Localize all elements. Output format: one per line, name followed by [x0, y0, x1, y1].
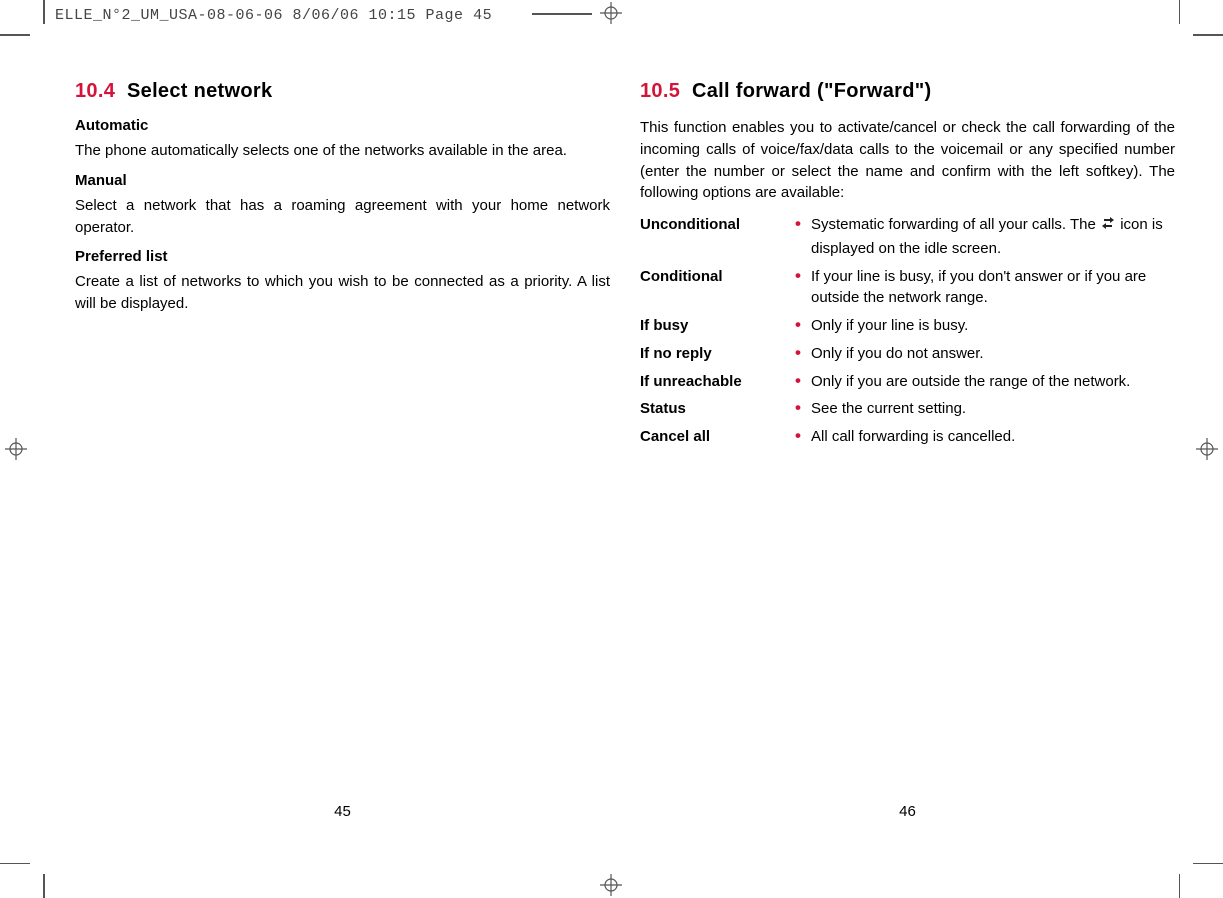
registration-mark-icon	[5, 438, 27, 460]
crop-mark	[1179, 0, 1181, 24]
definition: Only if your line is busy.	[811, 315, 1175, 337]
bullet-icon: •	[795, 343, 811, 363]
section-title: Select network	[127, 80, 272, 102]
definition: Systematic forwarding of all your calls.…	[811, 214, 1175, 260]
bullet-icon: •	[795, 398, 811, 418]
page-number: 45	[334, 803, 351, 820]
definition: See the current setting.	[811, 398, 1175, 420]
crop-mark	[0, 863, 30, 865]
term: Cancel all	[640, 426, 795, 448]
section-heading: 10.5 Call forward ("Forward")	[640, 80, 1175, 103]
list-item: If unreachable • Only if you are outside…	[640, 371, 1175, 393]
crop-mark	[43, 0, 45, 24]
bullet-icon: •	[795, 214, 811, 234]
page-right: 10.5 Call forward ("Forward") This funct…	[640, 80, 1175, 840]
bullet-icon: •	[795, 315, 811, 335]
bullet-icon: •	[795, 371, 811, 391]
crop-mark	[1193, 34, 1223, 36]
subsection-heading: Automatic	[75, 117, 610, 134]
crop-mark	[1193, 863, 1223, 865]
list-item: Cancel all • All call forwarding is canc…	[640, 426, 1175, 448]
forward-icon	[1102, 216, 1114, 238]
paragraph: This function enables you to activate/ca…	[640, 117, 1175, 204]
crop-mark	[43, 874, 45, 898]
definition-text: Systematic forwarding of all your calls.…	[811, 216, 1100, 233]
term: Conditional	[640, 266, 795, 288]
registration-mark-icon	[600, 874, 622, 896]
term: If busy	[640, 315, 795, 337]
crop-mark	[1179, 874, 1181, 898]
subsection-heading: Manual	[75, 172, 610, 189]
registration-mark-icon	[1196, 438, 1218, 460]
bullet-icon: •	[795, 426, 811, 446]
term: Unconditional	[640, 214, 795, 236]
bullet-icon: •	[795, 266, 811, 286]
subsection-heading: Preferred list	[75, 248, 610, 265]
print-slug-line: ELLE_N°2_UM_USA-08-06-06 8/06/06 10:15 P…	[55, 7, 492, 24]
page-left: 10.4 Select network Automatic The phone …	[75, 80, 610, 840]
definition: Only if you do not answer.	[811, 343, 1175, 365]
definition: Only if you are outside the range of the…	[811, 371, 1175, 393]
slug-rule	[532, 13, 592, 15]
registration-mark-icon	[600, 2, 622, 24]
list-item: Unconditional • Systematic forwarding of…	[640, 214, 1175, 260]
definition-list: Unconditional • Systematic forwarding of…	[640, 214, 1175, 448]
term: If unreachable	[640, 371, 795, 393]
definition: All call forwarding is cancelled.	[811, 426, 1175, 448]
list-item: Conditional • If your line is busy, if y…	[640, 266, 1175, 310]
section-title: Call forward ("Forward")	[692, 80, 932, 102]
section-heading: 10.4 Select network	[75, 80, 610, 103]
term: Status	[640, 398, 795, 420]
page-number: 46	[899, 803, 916, 820]
crop-mark	[0, 34, 30, 36]
term: If no reply	[640, 343, 795, 365]
paragraph: The phone automatically selects one of t…	[75, 140, 610, 162]
paragraph: Select a network that has a roaming agre…	[75, 195, 610, 239]
paragraph: Create a list of networks to which you w…	[75, 271, 610, 315]
section-number: 10.4	[75, 80, 115, 102]
list-item: If no reply • Only if you do not answer.	[640, 343, 1175, 365]
section-number: 10.5	[640, 80, 680, 102]
list-item: Status • See the current setting.	[640, 398, 1175, 420]
list-item: If busy • Only if your line is busy.	[640, 315, 1175, 337]
definition: If your line is busy, if you don't answe…	[811, 266, 1175, 310]
